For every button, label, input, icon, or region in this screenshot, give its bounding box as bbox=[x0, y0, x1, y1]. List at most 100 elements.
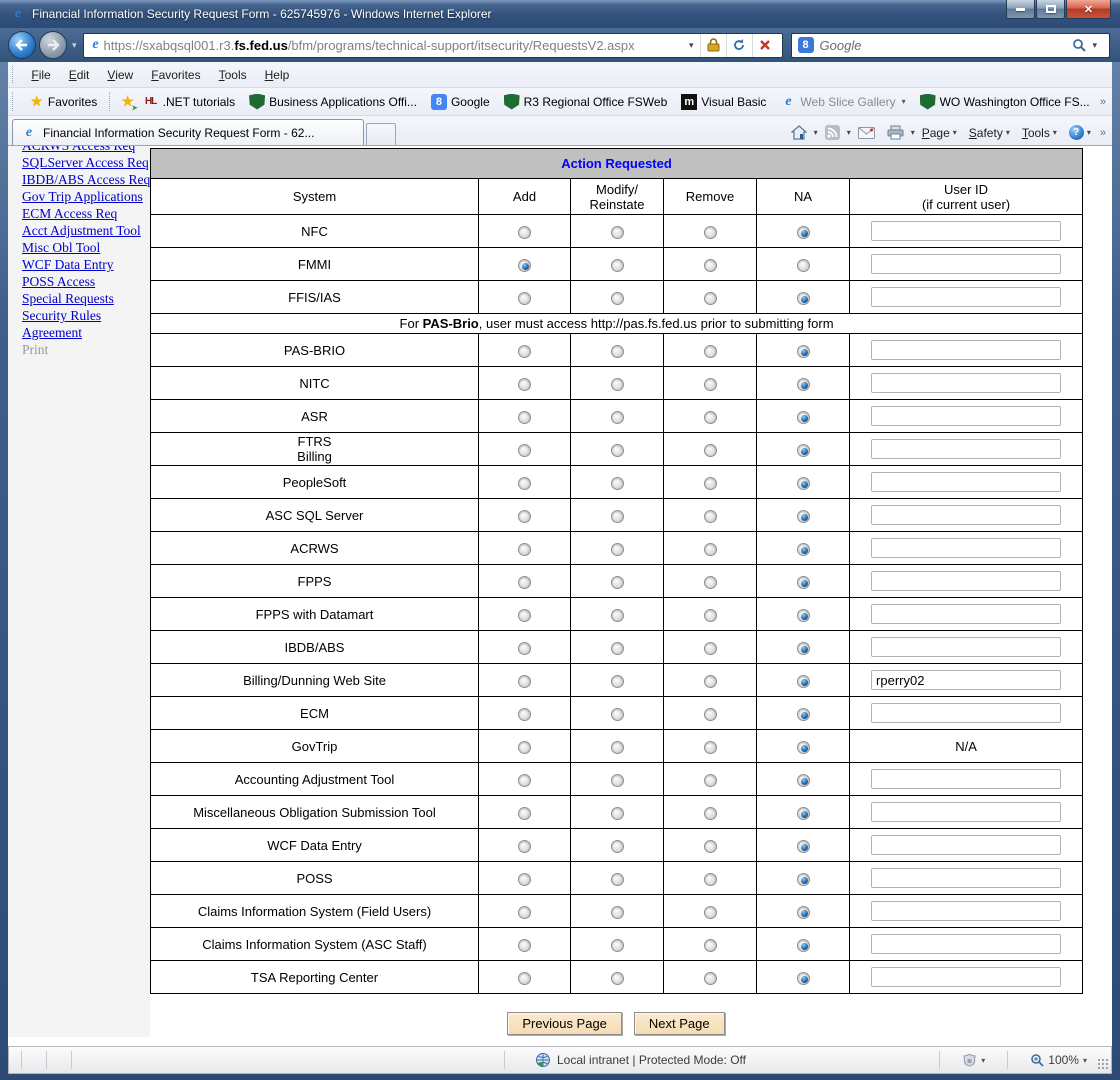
radio-add[interactable] bbox=[518, 642, 531, 655]
radio-na-selected[interactable] bbox=[797, 378, 810, 391]
radio-add[interactable] bbox=[518, 543, 531, 556]
restore-button[interactable] bbox=[1036, 0, 1065, 19]
radio-na-selected[interactable] bbox=[797, 345, 810, 358]
radio-remove[interactable] bbox=[704, 510, 717, 523]
previous-page-button[interactable]: Previous Page bbox=[507, 1012, 622, 1035]
sidebar-link[interactable]: WCF Data Entry bbox=[22, 256, 150, 273]
favorites-link[interactable]: HL.NET tutorials bbox=[136, 91, 242, 113]
user-id-input[interactable] bbox=[871, 967, 1061, 987]
tab-active[interactable]: e Financial Information Security Request… bbox=[12, 119, 364, 145]
read-mail-button[interactable] bbox=[853, 125, 880, 141]
favorites-link[interactable]: 8Google bbox=[424, 91, 497, 113]
radio-na-selected[interactable] bbox=[797, 609, 810, 622]
command-overflow-chevron[interactable]: » bbox=[1098, 127, 1108, 139]
radio-remove[interactable] bbox=[704, 906, 717, 919]
help-button[interactable]: ?▾ bbox=[1064, 123, 1096, 142]
safety-menu[interactable]: Safety▾ bbox=[964, 124, 1015, 142]
user-id-input[interactable] bbox=[871, 934, 1061, 954]
radio-modify[interactable] bbox=[611, 444, 624, 457]
radio-na-selected[interactable] bbox=[797, 292, 810, 305]
sidebar-link[interactable]: Misc Obl Tool bbox=[22, 239, 150, 256]
radio-modify[interactable] bbox=[611, 477, 624, 490]
menu-item-edit[interactable]: Edit bbox=[60, 65, 99, 85]
radio-add[interactable] bbox=[518, 840, 531, 853]
user-id-input[interactable] bbox=[871, 637, 1061, 657]
radio-add[interactable] bbox=[518, 675, 531, 688]
print-dropdown[interactable]: ▾ bbox=[911, 128, 915, 137]
radio-na-selected[interactable] bbox=[797, 939, 810, 952]
radio-na-selected[interactable] bbox=[797, 807, 810, 820]
radio-na-selected[interactable] bbox=[797, 741, 810, 754]
user-id-input[interactable] bbox=[871, 901, 1061, 921]
radio-remove[interactable] bbox=[704, 840, 717, 853]
radio-na-selected[interactable] bbox=[797, 840, 810, 853]
menu-item-file[interactable]: File bbox=[22, 65, 59, 85]
user-id-input[interactable] bbox=[871, 571, 1061, 591]
radio-add[interactable] bbox=[518, 939, 531, 952]
radio-na-selected[interactable] bbox=[797, 543, 810, 556]
radio-add[interactable] bbox=[518, 774, 531, 787]
radio-add[interactable] bbox=[518, 378, 531, 391]
close-button[interactable]: ✕ bbox=[1066, 0, 1111, 19]
menu-item-help[interactable]: Help bbox=[256, 65, 299, 85]
sidebar-link[interactable]: IBDB/ABS Access Req bbox=[22, 171, 150, 188]
radio-na-selected[interactable] bbox=[797, 444, 810, 457]
user-id-input[interactable] bbox=[871, 835, 1061, 855]
page-menu[interactable]: Page▾ bbox=[917, 124, 962, 142]
radio-modify[interactable] bbox=[611, 378, 624, 391]
feeds-dropdown[interactable]: ▾ bbox=[847, 128, 851, 137]
print-button[interactable] bbox=[882, 123, 909, 142]
protected-mode-dropdown[interactable]: ▾ bbox=[981, 1056, 985, 1065]
radio-remove[interactable] bbox=[704, 642, 717, 655]
favorites-link[interactable]: eWeb Slice Gallery▾ bbox=[773, 91, 912, 113]
radio-add[interactable] bbox=[518, 972, 531, 985]
radio-modify[interactable] bbox=[611, 708, 624, 721]
radio-na-selected[interactable] bbox=[797, 642, 810, 655]
new-tab-stub[interactable] bbox=[366, 123, 396, 145]
user-id-input[interactable] bbox=[871, 802, 1061, 822]
radio-remove[interactable] bbox=[704, 543, 717, 556]
radio-remove[interactable] bbox=[704, 873, 717, 886]
radio-na-selected[interactable] bbox=[797, 411, 810, 424]
radio-remove[interactable] bbox=[704, 609, 717, 622]
forward-button[interactable] bbox=[39, 31, 67, 59]
search-box[interactable]: 8 Google ▾ bbox=[791, 33, 1110, 58]
protected-mode-button[interactable]: ▾ bbox=[952, 1053, 995, 1067]
address-dropdown[interactable]: ▾ bbox=[683, 40, 700, 51]
radio-modify[interactable] bbox=[611, 226, 624, 239]
favorites-link[interactable]: R3 Regional Office FSWeb bbox=[497, 91, 675, 113]
radio-na-selected[interactable] bbox=[797, 510, 810, 523]
zoom-control[interactable]: 100% ▾ bbox=[1020, 1053, 1097, 1067]
address-bar[interactable]: e https://sxabqsql001.r3.fs.fed.us/bfm/p… bbox=[83, 33, 783, 58]
radio-remove[interactable] bbox=[704, 741, 717, 754]
security-lock-icon[interactable] bbox=[700, 34, 726, 57]
favorites-link[interactable]: WO Washington Office FS... bbox=[913, 91, 1097, 113]
user-id-input[interactable] bbox=[871, 769, 1061, 789]
resize-grip[interactable] bbox=[1097, 1058, 1109, 1070]
user-id-input[interactable] bbox=[871, 406, 1061, 426]
radio-na-selected[interactable] bbox=[797, 873, 810, 886]
tools-menu[interactable]: Tools▾ bbox=[1017, 124, 1062, 142]
sidebar-link[interactable]: Acct Adjustment Tool bbox=[22, 222, 150, 239]
radio-modify[interactable] bbox=[611, 259, 624, 272]
next-page-button[interactable]: Next Page bbox=[634, 1012, 725, 1035]
menu-item-favorites[interactable]: Favorites bbox=[142, 65, 209, 85]
favorites-link[interactable]: Business Applications Offi... bbox=[242, 91, 424, 113]
sidebar-link[interactable]: POSS Access bbox=[22, 273, 150, 290]
feeds-button[interactable] bbox=[820, 123, 845, 142]
user-id-input[interactable] bbox=[871, 340, 1061, 360]
radio-remove[interactable] bbox=[704, 444, 717, 457]
user-id-input[interactable] bbox=[871, 538, 1061, 558]
sidebar-link[interactable]: SQLServer Access Req bbox=[22, 154, 150, 171]
user-id-input[interactable] bbox=[871, 472, 1061, 492]
user-id-input[interactable] bbox=[871, 703, 1061, 723]
radio-modify[interactable] bbox=[611, 576, 624, 589]
favorites-overflow-chevron[interactable]: » bbox=[1100, 96, 1112, 108]
radio-na-selected[interactable] bbox=[797, 708, 810, 721]
radio-modify[interactable] bbox=[611, 906, 624, 919]
recent-pages-dropdown[interactable]: ▾ bbox=[72, 40, 77, 51]
radio-modify[interactable] bbox=[611, 543, 624, 556]
radio-add[interactable] bbox=[518, 741, 531, 754]
radio-remove[interactable] bbox=[704, 345, 717, 358]
radio-modify[interactable] bbox=[611, 873, 624, 886]
